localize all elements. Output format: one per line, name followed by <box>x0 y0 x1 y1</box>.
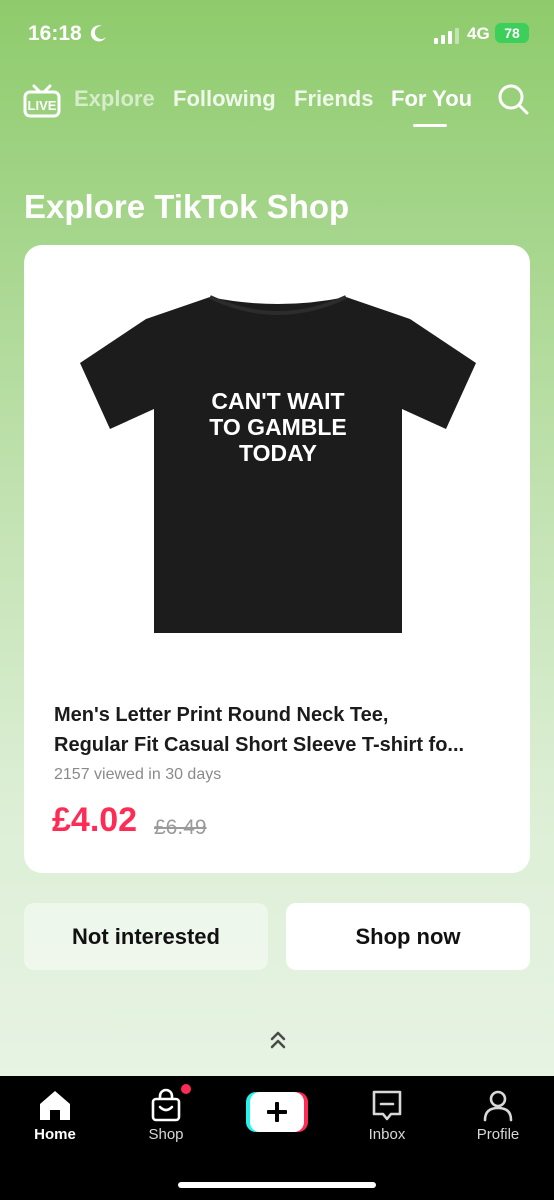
shop-notification-dot <box>181 1084 191 1094</box>
create-plus-button[interactable] <box>246 1092 308 1132</box>
active-tab-indicator <box>413 124 447 127</box>
product-title-line-2: Regular Fit Casual Short Sleeve T-shirt … <box>54 734 465 756</box>
product-title[interactable]: Men's Letter Print Round Neck Tee, Regul… <box>54 700 514 760</box>
moon-icon <box>90 25 106 42</box>
page-title: Explore TikTok Shop <box>24 188 350 225</box>
svg-text:CAN'T WAIT: CAN'T WAIT <box>211 388 344 414</box>
tab-for-you[interactable]: For You <box>391 86 472 112</box>
product-title-line-1: Men's Letter Print Round Neck Tee, <box>54 704 389 726</box>
top-nav: LIVE Explore Following Friends For You <box>0 74 554 134</box>
network-type: 4G <box>467 24 490 43</box>
battery-indicator: 78 <box>495 23 529 43</box>
status-bar: 16:18 4G 78 <box>0 0 554 66</box>
nav-shop-label: Shop <box>148 1126 184 1143</box>
svg-text:TO GAMBLE: TO GAMBLE <box>209 414 347 440</box>
nav-home-label: Home <box>34 1126 76 1143</box>
not-interested-button[interactable]: Not interested <box>24 903 268 970</box>
home-indicator <box>178 1182 376 1188</box>
home-icon <box>40 1091 70 1120</box>
tab-explore[interactable]: Explore <box>74 86 155 112</box>
signal-icon <box>434 28 459 44</box>
profile-icon <box>483 1090 513 1122</box>
view-count: 2157 viewed in 30 days <box>54 766 222 783</box>
inbox-icon <box>372 1090 402 1121</box>
tab-following[interactable]: Following <box>173 86 276 112</box>
sale-price: £4.02 <box>52 801 138 839</box>
status-time: 16:18 <box>28 22 82 45</box>
shop-now-button[interactable]: Shop now <box>286 903 530 970</box>
nav-profile-label: Profile <box>476 1126 520 1143</box>
swipe-up-icon <box>270 1031 286 1049</box>
svg-text:TODAY: TODAY <box>239 440 317 466</box>
bottom-nav: Home Shop Inbox Profile <box>0 1076 554 1200</box>
product-image[interactable]: CAN'T WAIT TO GAMBLE TODAY <box>80 289 476 635</box>
nav-inbox-label: Inbox <box>368 1126 406 1143</box>
product-card[interactable]: CAN'T WAIT TO GAMBLE TODAY Men's Letter … <box>24 245 530 873</box>
live-icon[interactable]: LIVE <box>22 80 62 120</box>
original-price: £6.49 <box>154 816 207 839</box>
svg-text:LIVE: LIVE <box>28 98 57 113</box>
shop-bag-icon <box>151 1088 181 1122</box>
tab-friends[interactable]: Friends <box>294 86 373 112</box>
search-icon[interactable] <box>496 82 530 116</box>
